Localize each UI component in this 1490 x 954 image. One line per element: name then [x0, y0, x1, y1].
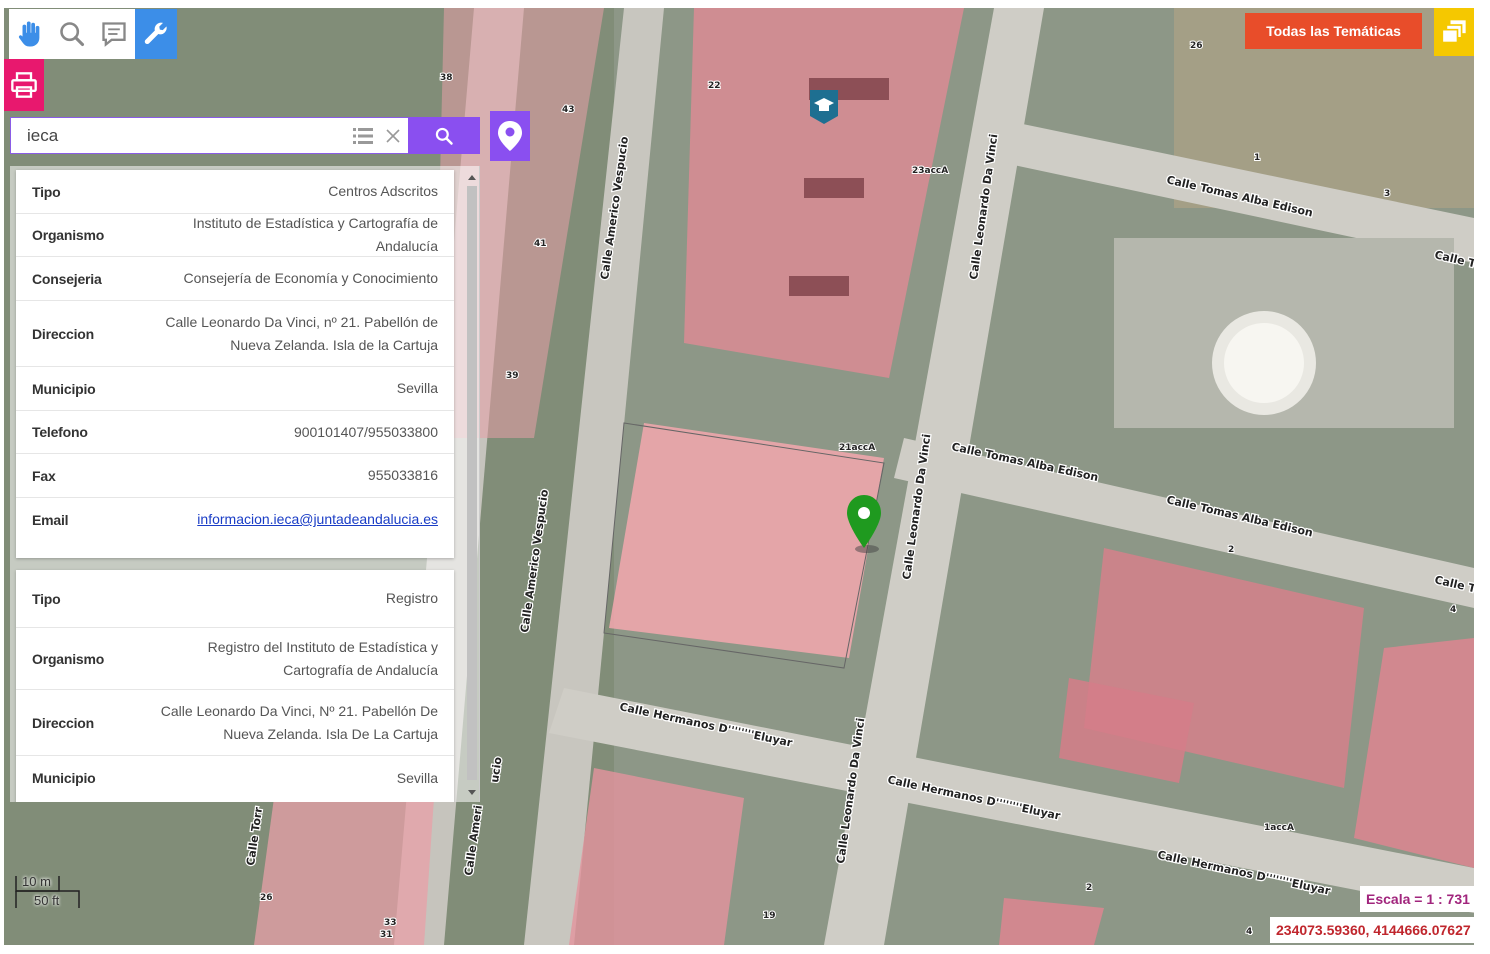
layers-button[interactable]	[1434, 8, 1474, 56]
svg-text:19: 19	[763, 911, 776, 921]
scroll-down-icon	[468, 790, 476, 795]
field-key: Tipo	[32, 590, 61, 607]
svg-text:38: 38	[440, 73, 453, 83]
scale-ratio: Escala = 1 : 731	[1360, 886, 1476, 912]
results-scrollbar[interactable]	[465, 170, 477, 800]
field-value: Instituto de Estadística y Cartografía d…	[192, 215, 438, 254]
svg-text:33: 33	[384, 918, 397, 928]
map-pin-icon	[498, 121, 522, 151]
search-bar	[10, 117, 480, 154]
result-row: Consejeria Consejería de Economía y Cono…	[16, 257, 454, 301]
field-value: 900101407/955033800	[293, 423, 438, 440]
results-list-button[interactable]	[348, 118, 378, 153]
result-row: Direccion Calle Leonardo Da Vinci, nº 21…	[16, 301, 454, 367]
svg-text:22: 22	[708, 81, 721, 91]
field-key: Organismo	[32, 227, 105, 243]
svg-text:31: 31	[380, 930, 393, 940]
wrench-icon	[144, 22, 167, 45]
field-value: Registro del Instituto de Estadística y …	[207, 638, 438, 678]
field-value: Calle Leonardo Da Vinci, Nº 21. Pabellón…	[160, 702, 438, 742]
svg-text:2: 2	[1228, 545, 1234, 555]
result-row: Municipio Sevilla	[16, 756, 454, 800]
info-tool-button[interactable]	[93, 9, 135, 59]
page-margin	[1474, 0, 1490, 954]
result-row: Tipo Centros Adscritos	[16, 170, 454, 214]
printer-icon	[11, 72, 37, 98]
field-value: informacion.ieca@juntadeandalucia.es	[167, 508, 438, 531]
locate-button[interactable]	[490, 111, 530, 161]
svg-text:43: 43	[562, 105, 575, 115]
pan-tool-button[interactable]	[9, 9, 51, 59]
svg-text:26: 26	[1190, 41, 1203, 51]
field-value: 955033816	[367, 467, 438, 483]
result-row: Organismo Registro del Instituto de Esta…	[16, 628, 454, 690]
svg-text:3: 3	[1384, 189, 1390, 199]
field-key: Fax	[32, 467, 56, 484]
field-key: Tipo	[32, 183, 61, 200]
map-toolbar	[9, 9, 177, 59]
svg-text:23accA: 23accA	[912, 166, 948, 176]
field-key: Email	[32, 511, 69, 528]
zoom-tool-button[interactable]	[51, 9, 93, 59]
themes-button-label: Todas las Temáticas	[1266, 23, 1401, 39]
result-row: Fax 955033816	[16, 454, 454, 498]
close-icon	[386, 128, 400, 143]
scroll-up-icon	[468, 175, 476, 180]
scale-metric-label: 10 m	[22, 874, 51, 889]
scale-bar: 10 m 50 ft	[15, 872, 85, 912]
svg-text:1: 1	[1254, 153, 1260, 163]
field-value: Calle Leonardo Da Vinci, nº 21. Pabellón…	[165, 313, 438, 353]
svg-text:4: 4	[1450, 605, 1456, 615]
email-link[interactable]: informacion.ieca@juntadeandalucia.es	[197, 511, 438, 527]
field-key: Direccion	[32, 714, 94, 731]
hand-icon	[18, 21, 40, 47]
svg-text:41: 41	[534, 239, 547, 249]
svg-text:1accA: 1accA	[1264, 823, 1294, 833]
svg-text:4: 4	[1246, 927, 1252, 937]
coordinates-readout: 234073.59360, 4144666.07627	[1270, 917, 1477, 943]
result-row: Organismo Instituto de Estadística y Car…	[16, 214, 454, 257]
field-key: Municipio	[32, 380, 96, 397]
result-row: Municipio Sevilla	[16, 367, 454, 411]
search-submit-button[interactable]	[408, 117, 480, 154]
result-row: Tipo Registro	[16, 570, 454, 628]
field-value: Registro	[385, 590, 438, 606]
svg-text:21accA: 21accA	[839, 443, 875, 453]
comment-icon	[102, 22, 126, 47]
result-card[interactable]: Tipo Registro Organismo Registro del Ins…	[16, 570, 454, 802]
field-key: Organismo	[32, 650, 105, 667]
svg-text:39: 39	[506, 371, 519, 381]
print-button[interactable]	[4, 59, 44, 111]
layers-icon	[1441, 20, 1466, 44]
scroll-thumb[interactable]	[467, 186, 477, 780]
svg-text:26: 26	[260, 893, 273, 903]
themes-button[interactable]: Todas las Temáticas	[1245, 13, 1422, 49]
result-row: Telefono 900101407/955033800	[16, 411, 454, 454]
svg-text:2: 2	[1086, 883, 1092, 893]
field-value: Sevilla	[396, 769, 438, 786]
clear-search-button[interactable]	[378, 118, 408, 153]
field-value: Consejería de Economía y Conocimiento	[183, 270, 438, 286]
field-value: Sevilla	[396, 380, 438, 396]
field-key: Direccion	[32, 325, 94, 342]
field-key: Municipio	[32, 770, 96, 786]
field-key: Consejeria	[32, 270, 102, 287]
field-value: Centros Adscritos	[328, 183, 438, 199]
field-key: Telefono	[32, 424, 88, 440]
result-card[interactable]: Tipo Centros Adscritos Organismo Institu…	[16, 170, 454, 558]
search-input[interactable]	[11, 118, 348, 153]
search-results-panel[interactable]: Tipo Centros Adscritos Organismo Institu…	[10, 166, 480, 802]
scale-imperial-label: 50 ft	[34, 893, 60, 908]
search-icon	[435, 127, 453, 145]
result-row: Email informacion.ieca@juntadeandalucia.…	[16, 498, 454, 541]
list-icon	[353, 127, 373, 144]
result-row: Direccion Calle Leonardo Da Vinci, Nº 21…	[16, 690, 454, 756]
settings-tool-button[interactable]	[135, 9, 177, 59]
magnifier-icon	[60, 22, 85, 47]
